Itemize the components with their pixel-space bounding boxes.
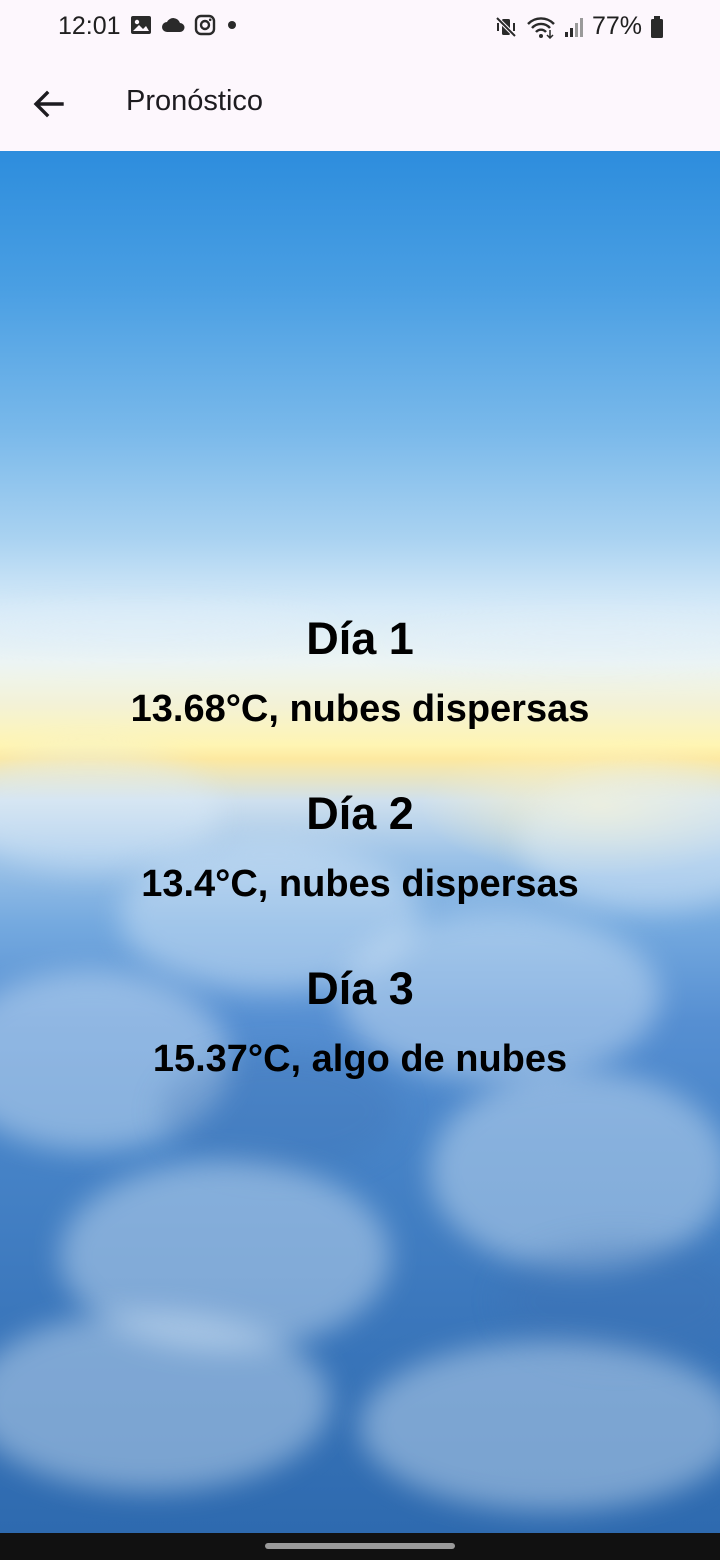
day-title: Día 2 bbox=[306, 788, 414, 839]
day-title: Día 3 bbox=[306, 963, 414, 1014]
wifi-icon bbox=[527, 16, 555, 39]
forecast-day-2: Día 2 13.4°C, nubes dispersas bbox=[0, 776, 720, 951]
cloud-icon bbox=[162, 18, 185, 32]
status-left-icons bbox=[130, 14, 239, 36]
day-description: 13.68°C, nubes dispersas bbox=[130, 688, 590, 730]
status-bar: 12:01 77% bbox=[0, 0, 720, 54]
dot-icon bbox=[228, 21, 236, 29]
home-indicator[interactable] bbox=[265, 1543, 455, 1549]
vibrate-icon bbox=[495, 16, 517, 37]
system-nav-bar bbox=[0, 1533, 720, 1560]
instagram-icon bbox=[194, 14, 216, 36]
arrow-left-icon bbox=[33, 90, 64, 118]
back-button[interactable] bbox=[26, 81, 72, 127]
sky-background-image: Día 1 13.68°C, nubes dispersas Día 2 13.… bbox=[0, 151, 720, 1533]
gallery-icon bbox=[131, 16, 151, 34]
signal-icon bbox=[564, 17, 583, 37]
status-right: 77% bbox=[494, 12, 664, 41]
battery-icon bbox=[651, 15, 663, 38]
day-description: 13.4°C, nubes dispersas bbox=[141, 863, 579, 905]
day-title: Día 1 bbox=[306, 613, 414, 664]
forecast-day-3: Día 3 15.37°C, algo de nubes bbox=[0, 951, 720, 1126]
app-bar: Pronóstico bbox=[0, 54, 720, 151]
status-time: 12:01 bbox=[58, 12, 121, 40]
battery-percent: 77% bbox=[591, 12, 642, 40]
forecast-list: Día 1 13.68°C, nubes dispersas Día 2 13.… bbox=[0, 601, 720, 1126]
page-title: Pronóstico bbox=[126, 85, 264, 117]
forecast-day-1: Día 1 13.68°C, nubes dispersas bbox=[0, 601, 720, 776]
day-description: 15.37°C, algo de nubes bbox=[152, 1038, 568, 1080]
